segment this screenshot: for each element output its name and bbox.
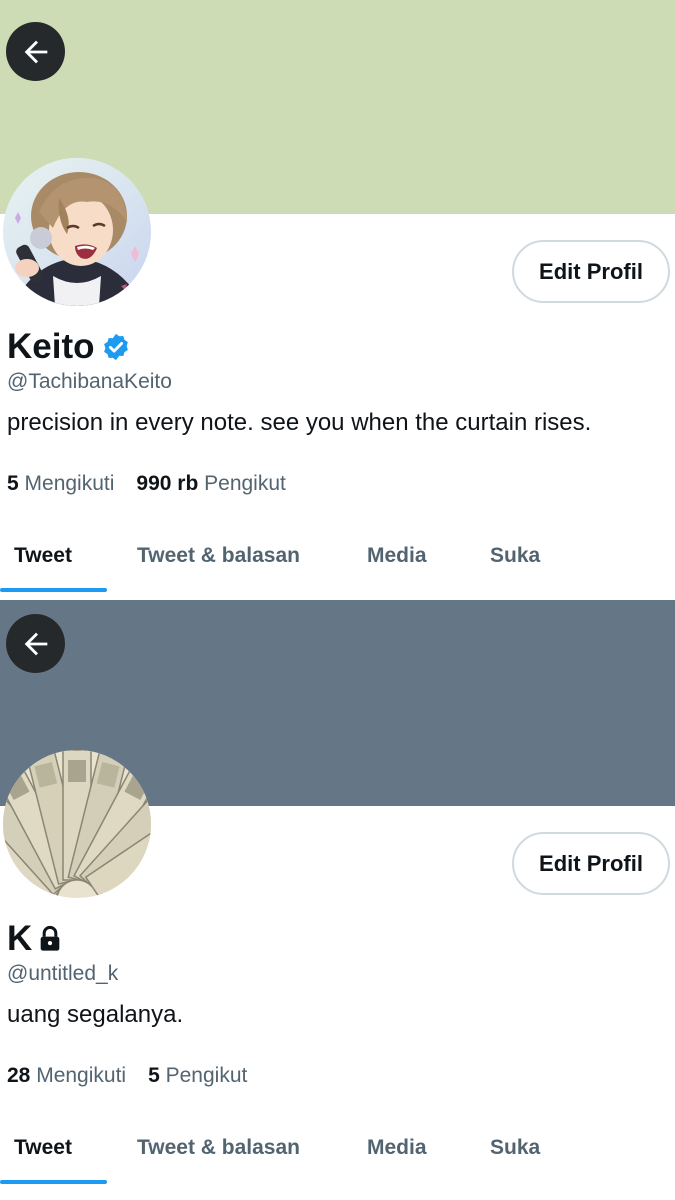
following-label: Mengikuti [36, 1064, 127, 1087]
back-button[interactable] [6, 614, 65, 673]
tab-likes[interactable]: Suka [490, 1112, 540, 1184]
following-label: Mengikuti [24, 472, 115, 495]
following-link[interactable]: 5 Mengikuti [7, 472, 114, 496]
followers-count: 990 rb [136, 472, 199, 495]
followers-count: 5 [148, 1064, 160, 1087]
tab-tweet[interactable]: Tweet [14, 1112, 72, 1184]
followers-label: Pengikut [165, 1064, 248, 1087]
followers-link[interactable]: 5 Pengikut [148, 1064, 247, 1088]
followers-label: Pengikut [204, 472, 286, 495]
display-name: K [7, 919, 33, 958]
tab-tweet-replies[interactable]: Tweet & balasan [137, 520, 300, 592]
edit-profile-button[interactable]: Edit Profil [512, 832, 670, 895]
name-row: K [7, 918, 64, 960]
tab-likes[interactable]: Suka [490, 520, 540, 592]
profile-bio: precision in every note. see you when th… [7, 409, 592, 436]
active-tab-indicator [0, 1180, 107, 1184]
profile-tabs: Tweet Tweet & balasan Media Suka [0, 520, 675, 592]
arrow-left-icon [24, 632, 47, 655]
follow-stats: 5 Mengikuti 990 rb Pengikut [7, 472, 308, 496]
avatar[interactable] [3, 158, 151, 306]
following-count: 28 [7, 1064, 31, 1087]
username-handle: @untitled_k [7, 962, 119, 985]
name-row: Keito [7, 326, 131, 368]
tab-tweet-replies[interactable]: Tweet & balasan [137, 1112, 300, 1184]
profile-header-k: Edit Profil K @untitled_k uang segalanya… [0, 600, 675, 1200]
following-link[interactable]: 28 Mengikuti [7, 1064, 126, 1088]
following-count: 5 [7, 472, 19, 495]
active-tab-indicator [0, 588, 107, 592]
arrow-left-icon [24, 40, 47, 63]
tab-media[interactable]: Media [367, 520, 427, 592]
followers-link[interactable]: 990 rb Pengikut [136, 472, 285, 496]
lock-icon [40, 925, 60, 951]
username-handle: @TachibanaKeito [7, 370, 172, 393]
verified-badge-icon [103, 333, 128, 361]
profile-header-keito: Edit Profil Keito @TachibanaKeito precis… [0, 0, 675, 600]
display-name: Keito [7, 327, 95, 366]
tab-media[interactable]: Media [367, 1112, 427, 1184]
profile-tabs: Tweet Tweet & balasan Media Suka [0, 1112, 675, 1184]
back-button[interactable] [6, 22, 65, 81]
avatar-illustration [3, 158, 151, 306]
avatar-banknotes-image [3, 750, 151, 898]
follow-stats: 28 Mengikuti 5 Pengikut [7, 1064, 269, 1088]
profile-bio: uang segalanya. [7, 1001, 184, 1028]
edit-profile-button[interactable]: Edit Profil [512, 240, 670, 303]
tab-tweet[interactable]: Tweet [14, 520, 72, 592]
avatar[interactable] [3, 750, 151, 898]
